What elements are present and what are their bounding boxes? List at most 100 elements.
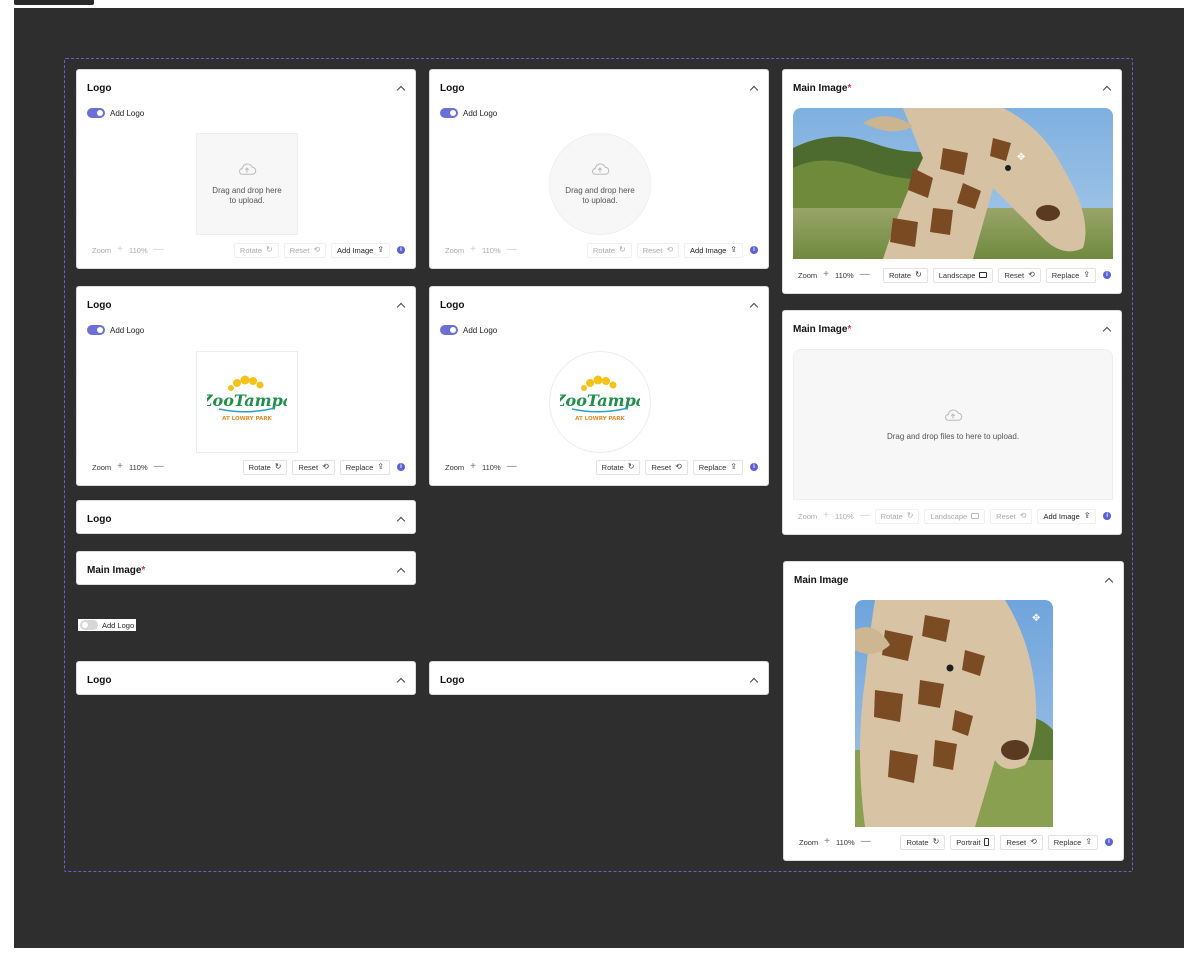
rotate-button[interactable]: Rotate ↻ — [900, 834, 946, 850]
add-image-button[interactable]: Add Image ⇪ — [331, 242, 390, 258]
reset-button[interactable]: Reset ⟲ — [1000, 834, 1043, 850]
info-icon[interactable]: i — [1103, 271, 1111, 279]
chevron-up-icon[interactable] — [1105, 576, 1113, 584]
card-header[interactable]: Main Image* — [793, 80, 1111, 96]
add-logo-toggle[interactable] — [87, 325, 105, 335]
zoom-out-button[interactable]: — — [860, 270, 870, 280]
card-header[interactable]: Logo — [87, 297, 405, 313]
logo-dropzone[interactable]: Drag and drop here to upload. — [549, 133, 651, 235]
reset-label: Reset — [289, 245, 310, 255]
add-logo-toggle-row[interactable]: Add Logo — [87, 108, 144, 118]
reset-button[interactable]: Reset ⟲ — [636, 242, 680, 258]
zoom-in-button[interactable]: + — [117, 462, 123, 472]
reset-label: Reset — [1006, 837, 1027, 847]
move-icon[interactable]: ✥ — [1032, 613, 1040, 624]
zoom-in-button[interactable]: + — [470, 245, 476, 255]
info-icon[interactable]: i — [750, 246, 758, 254]
reset-icon: ⟲ — [666, 245, 674, 254]
replace-button[interactable]: Replace ⇪ — [692, 459, 743, 475]
logo-card-collapsed[interactable]: Logo — [76, 500, 416, 534]
reset-label: Reset — [642, 245, 663, 255]
portrait-button[interactable]: Portrait — [950, 834, 996, 850]
info-icon[interactable]: i — [397, 463, 405, 471]
reset-button[interactable]: Reset ⟲ — [292, 459, 335, 475]
chevron-up-icon[interactable] — [397, 515, 405, 523]
logo-card-collapsed[interactable]: Logo — [429, 661, 769, 695]
replace-button[interactable]: Replace ⇪ — [339, 459, 390, 475]
add-logo-toggle[interactable] — [440, 325, 458, 335]
rotate-button[interactable]: Rotate ↻ — [882, 267, 928, 283]
card-header[interactable]: Logo — [87, 80, 405, 96]
info-icon[interactable]: i — [1103, 512, 1111, 520]
logo-dropzone[interactable]: Drag and drop here to upload. — [196, 133, 298, 235]
reset-button[interactable]: Reset ⟲ — [645, 459, 688, 475]
chevron-up-icon[interactable] — [397, 301, 405, 309]
add-logo-toggle-row[interactable]: Add Logo — [440, 108, 497, 118]
main-image-card-collapsed[interactable]: Main Image* — [76, 551, 416, 585]
main-image-card-empty: Main Image* Drag and drop files to here … — [782, 310, 1122, 535]
zoom-control: Zoom + 110% — — [87, 462, 164, 472]
logo-card-collapsed[interactable]: Logo — [76, 661, 416, 695]
info-icon[interactable]: i — [397, 246, 405, 254]
info-icon[interactable]: i — [1105, 838, 1113, 846]
rotate-button[interactable]: Rotate ↻ — [233, 242, 279, 258]
card-header[interactable]: Logo — [440, 672, 758, 688]
add-logo-toggle[interactable] — [440, 108, 458, 118]
zoom-in-button[interactable]: + — [823, 270, 829, 280]
rotate-button[interactable]: Rotate ↻ — [595, 459, 641, 475]
add-logo-toggle-standalone[interactable]: Add Logo — [78, 619, 137, 631]
logo-preview[interactable]: ZooTampa AT LOWRY PARK — [196, 351, 298, 453]
card-header[interactable]: Main Image* — [87, 562, 405, 578]
zoom-out-button[interactable]: — — [861, 837, 871, 847]
replace-button[interactable]: Replace ⇪ — [1047, 834, 1098, 850]
zoom-in-button[interactable]: + — [824, 837, 830, 847]
card-header[interactable]: Main Image* — [793, 321, 1111, 337]
logo-card-circle-empty: Logo Add Logo Drag and drop here to uplo… — [429, 69, 769, 269]
chevron-up-icon[interactable] — [750, 676, 758, 684]
zoom-out-button[interactable]: — — [507, 245, 517, 255]
dropzone-text-line2: to upload. — [582, 196, 618, 205]
reset-button[interactable]: Reset ⟲ — [998, 267, 1041, 283]
chevron-up-icon[interactable] — [750, 84, 758, 92]
logo-preview[interactable]: ZooTampa AT LOWRY PARK — [549, 351, 651, 453]
chevron-up-icon[interactable] — [1103, 84, 1111, 92]
info-icon[interactable]: i — [750, 463, 758, 471]
chevron-up-icon[interactable] — [397, 566, 405, 574]
rotate-button[interactable]: Rotate ↻ — [586, 242, 632, 258]
rotate-button[interactable]: Rotate ↻ — [242, 459, 288, 475]
add-logo-toggle-row[interactable]: Add Logo — [87, 325, 144, 335]
replace-button[interactable]: Replace ⇪ — [1045, 267, 1096, 283]
zoom-in-button[interactable]: + — [470, 462, 476, 472]
zoom-out-button[interactable]: — — [154, 245, 164, 255]
reset-button[interactable]: Reset ⟲ — [990, 508, 1033, 524]
zoom-out-button[interactable]: — — [507, 462, 517, 472]
rotate-button[interactable]: Rotate ↻ — [874, 508, 920, 524]
zoom-out-button[interactable]: — — [860, 511, 870, 521]
card-header[interactable]: Main Image — [794, 572, 1113, 588]
zoom-in-button[interactable]: + — [823, 511, 829, 521]
card-header[interactable]: Logo — [440, 80, 758, 96]
add-image-button[interactable]: Add Image ⇪ — [1037, 508, 1097, 524]
add-logo-toggle[interactable] — [80, 620, 98, 630]
card-header[interactable]: Logo — [440, 297, 758, 313]
add-image-button[interactable]: Add Image ⇪ — [684, 242, 743, 258]
card-header[interactable]: Logo — [87, 511, 405, 527]
chevron-up-icon[interactable] — [397, 84, 405, 92]
reset-button[interactable]: Reset ⟲ — [283, 242, 327, 258]
zoom-out-button[interactable]: — — [154, 462, 164, 472]
dropzone-text: Drag and drop files to here to upload. — [886, 431, 1020, 441]
card-header[interactable]: Logo — [87, 672, 405, 688]
giraffe-photo-portrait[interactable]: ✥ — [855, 600, 1053, 827]
move-icon[interactable]: ✥ — [1017, 152, 1025, 163]
chevron-up-icon[interactable] — [1103, 325, 1111, 333]
add-logo-toggle[interactable] — [87, 108, 105, 118]
chevron-up-icon[interactable] — [397, 676, 405, 684]
chevron-up-icon[interactable] — [750, 301, 758, 309]
landscape-button[interactable]: Landscape — [932, 267, 994, 283]
landscape-button[interactable]: Landscape — [924, 508, 986, 524]
main-image-dropzone[interactable]: Drag and drop files to here to upload. — [793, 349, 1113, 500]
add-logo-toggle-row[interactable]: Add Logo — [440, 325, 497, 335]
required-marker: * — [141, 564, 146, 576]
giraffe-photo-landscape[interactable]: ✥ — [793, 108, 1113, 259]
zoom-in-button[interactable]: + — [117, 245, 123, 255]
